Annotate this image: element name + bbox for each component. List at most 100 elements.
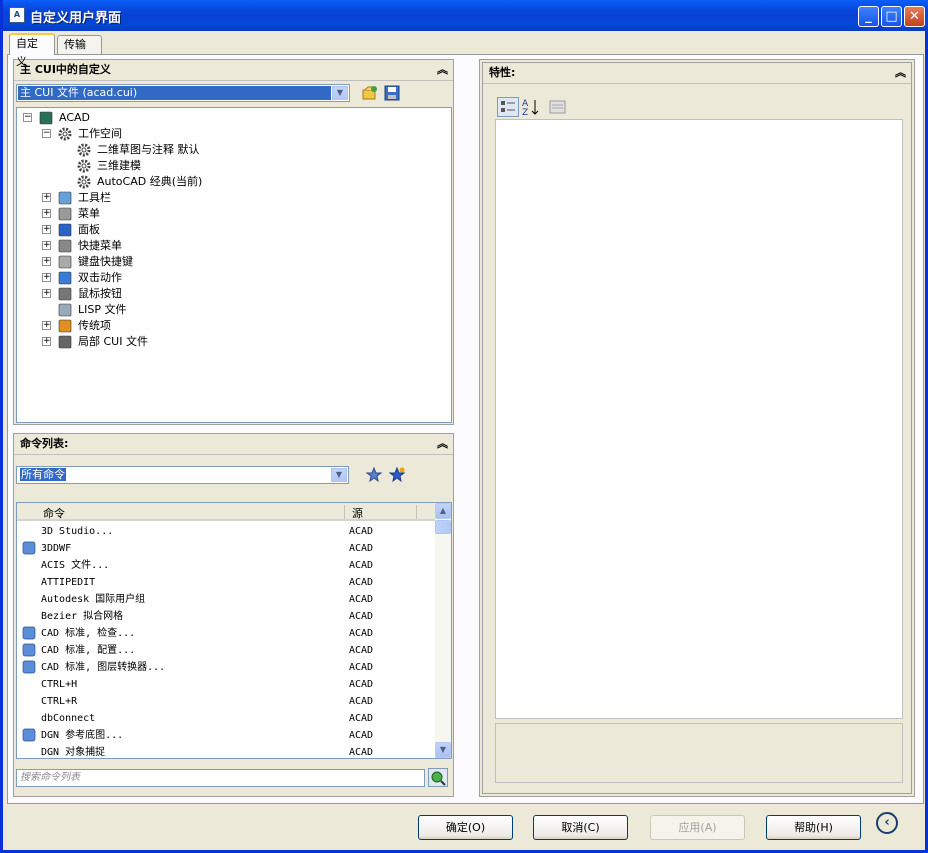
tree-node[interactable]: + 局部 CUI 文件 [17,334,447,350]
shortcut-menu-icon [58,239,72,253]
search-button[interactable] [428,768,448,787]
new-command-star-icon[interactable] [365,466,383,483]
scroll-down-arrow-icon[interactable]: ▼ [435,742,451,758]
open-file-icon[interactable] [362,85,378,101]
column-header-source[interactable]: 源 [352,505,363,521]
minimize-button[interactable]: _ [858,6,879,27]
tree-node[interactable]: − ACAD [17,110,447,126]
tree-node[interactable]: + 鼠标按钮 [17,286,447,302]
command-name: dbConnect [41,713,96,724]
chevron-down-icon[interactable]: ▼ [331,468,347,482]
tree-node[interactable]: + 双击动作 [17,270,447,286]
search-command-input[interactable]: 搜索命令列表 [16,769,425,787]
mouse-icon [58,287,72,301]
command-row[interactable]: CAD 标准, 配置... ACAD [17,642,435,659]
tree-node[interactable]: + 面板 [17,222,447,238]
command-list-scrollbar[interactable]: ▲ ▼ [435,503,451,758]
command-source: ACAD [349,628,374,639]
tree-node[interactable]: + 快捷菜单 [17,238,447,254]
tree-node[interactable]: 三维建模 [17,158,447,174]
ok-button[interactable]: 确定(O) [418,815,513,840]
close-button[interactable]: ✕ [904,6,925,27]
command-row[interactable]: 3DDWF ACAD [17,540,435,557]
collapse-dialog-arrow-icon[interactable]: ‹ [876,812,898,834]
chevron-down-icon[interactable]: ▼ [332,86,348,100]
collapse-chevron-icon[interactable]: ︽ [437,60,448,80]
collapse-chevron-icon[interactable]: ︽ [895,63,906,83]
expand-icon[interactable]: + [42,273,51,282]
tree-node-label: 面板 [78,223,100,236]
properties-grid[interactable] [495,119,903,719]
command-source: ACAD [349,679,374,690]
command-row[interactable]: CAD 标准, 图层转换器... ACAD [17,659,435,676]
expand-icon[interactable]: + [42,225,51,234]
command-name: DGN 参考底图... [41,730,124,741]
command-row[interactable]: CAD 标准, 检查... ACAD [17,625,435,642]
command-row[interactable]: Autodesk 国际用户组 ACAD [17,591,435,608]
command-row[interactable]: ATTIPEDIT ACAD [17,574,435,591]
maximize-button[interactable]: □ [881,6,902,27]
tab-transfer[interactable]: 传输 [57,35,102,54]
alphabetical-sort-icon[interactable]: AZ [521,97,541,118]
tree-node[interactable]: − 工作空间 [17,126,447,142]
tree-node[interactable]: + 菜单 [17,206,447,222]
collapse-icon[interactable]: − [23,113,32,122]
expand-icon[interactable]: + [42,289,51,298]
menu-icon [58,207,72,221]
command-row[interactable]: CTRL+H ACAD [17,676,435,693]
expand-icon[interactable]: + [42,337,51,346]
cui-file-icon [58,335,72,349]
customize-tree[interactable]: − ACAD − 工作空间 二维草图与注释 默认 三维建模 AutoCAD 经典(当前) + 工… [16,107,452,423]
cui-file-combo[interactable]: 主 CUI 文件 (acad.cui) ▼ [16,84,350,102]
column-header-command[interactable]: 命令 [43,505,65,521]
expand-icon[interactable]: + [42,257,51,266]
collapse-chevron-icon[interactable]: ︽ [437,434,448,454]
tree-node-label: 工作空间 [78,127,122,140]
command-filter-value: 所有命令 [20,468,66,481]
scroll-up-arrow-icon[interactable]: ▲ [435,503,451,519]
tree-node[interactable]: LISP 文件 [17,302,447,318]
customize-panel-title: 主 CUI中的自定义 [20,63,111,76]
categorized-view-button[interactable] [497,97,519,117]
command-source: ACAD [349,594,374,605]
command-source: ACAD [349,577,374,588]
command-row[interactable]: Bezier 拟合网格 ACAD [17,608,435,625]
tree-node[interactable]: + 工具栏 [17,190,447,206]
command-source: ACAD [349,662,374,673]
tree-node[interactable]: 二维草图与注释 默认 [17,142,447,158]
tree-node[interactable]: AutoCAD 经典(当前) [17,174,447,190]
command-filter-combo[interactable]: 所有命令 ▼ [16,466,349,484]
help-button[interactable]: 帮助(H) [766,815,861,840]
command-row[interactable]: DGN 对象捕捉 ACAD [17,744,435,758]
command-source: ACAD [349,747,374,758]
command-row[interactable]: dbConnect ACAD [17,710,435,727]
customize-panel: 主 CUI中的自定义 ︽ 主 CUI 文件 (acad.cui) ▼ − ACAD… [13,59,454,425]
tree-node-label: ACAD [59,111,91,124]
command-row[interactable]: DGN 参考底图... ACAD [17,727,435,744]
command-name: DGN 对象捕捉 [41,747,106,758]
expand-icon[interactable]: + [42,321,51,330]
save-icon[interactable] [384,85,400,101]
expand-icon[interactable]: + [42,241,51,250]
tree-node[interactable]: + 传统项 [17,318,447,334]
command-row[interactable]: ACIS 文件... ACAD [17,557,435,574]
delete-command-star-icon[interactable] [388,466,406,483]
property-description-box [495,723,903,783]
collapse-icon[interactable]: − [42,129,51,138]
expand-icon[interactable]: + [42,209,51,218]
cancel-button[interactable]: 取消(C) [533,815,628,840]
tree-node-label: 快捷菜单 [78,239,122,252]
scroll-thumb[interactable] [435,520,451,534]
title-bar[interactable]: A 自定义用户界面 _ □ ✕ [3,0,928,31]
command-row[interactable]: 3D Studio... ACAD [17,523,435,540]
command-list[interactable]: 命令 源 ▲ ▼ 3D Studio... ACAD 3DDWF ACAD ACIS 文… [16,502,452,759]
window-title: 自定义用户界面 [30,11,122,26]
tree-node-label: 传统项 [78,319,111,332]
tree-node[interactable]: + 键盘快捷键 [17,254,447,270]
tree-node-label: 菜单 [78,207,100,220]
tab-customize[interactable]: 自定义 [9,33,55,68]
command-source: ACAD [349,713,374,724]
apply-button[interactable]: 应用(A) [650,815,745,840]
expand-icon[interactable]: + [42,193,51,202]
command-row[interactable]: CTRL+R ACAD [17,693,435,710]
